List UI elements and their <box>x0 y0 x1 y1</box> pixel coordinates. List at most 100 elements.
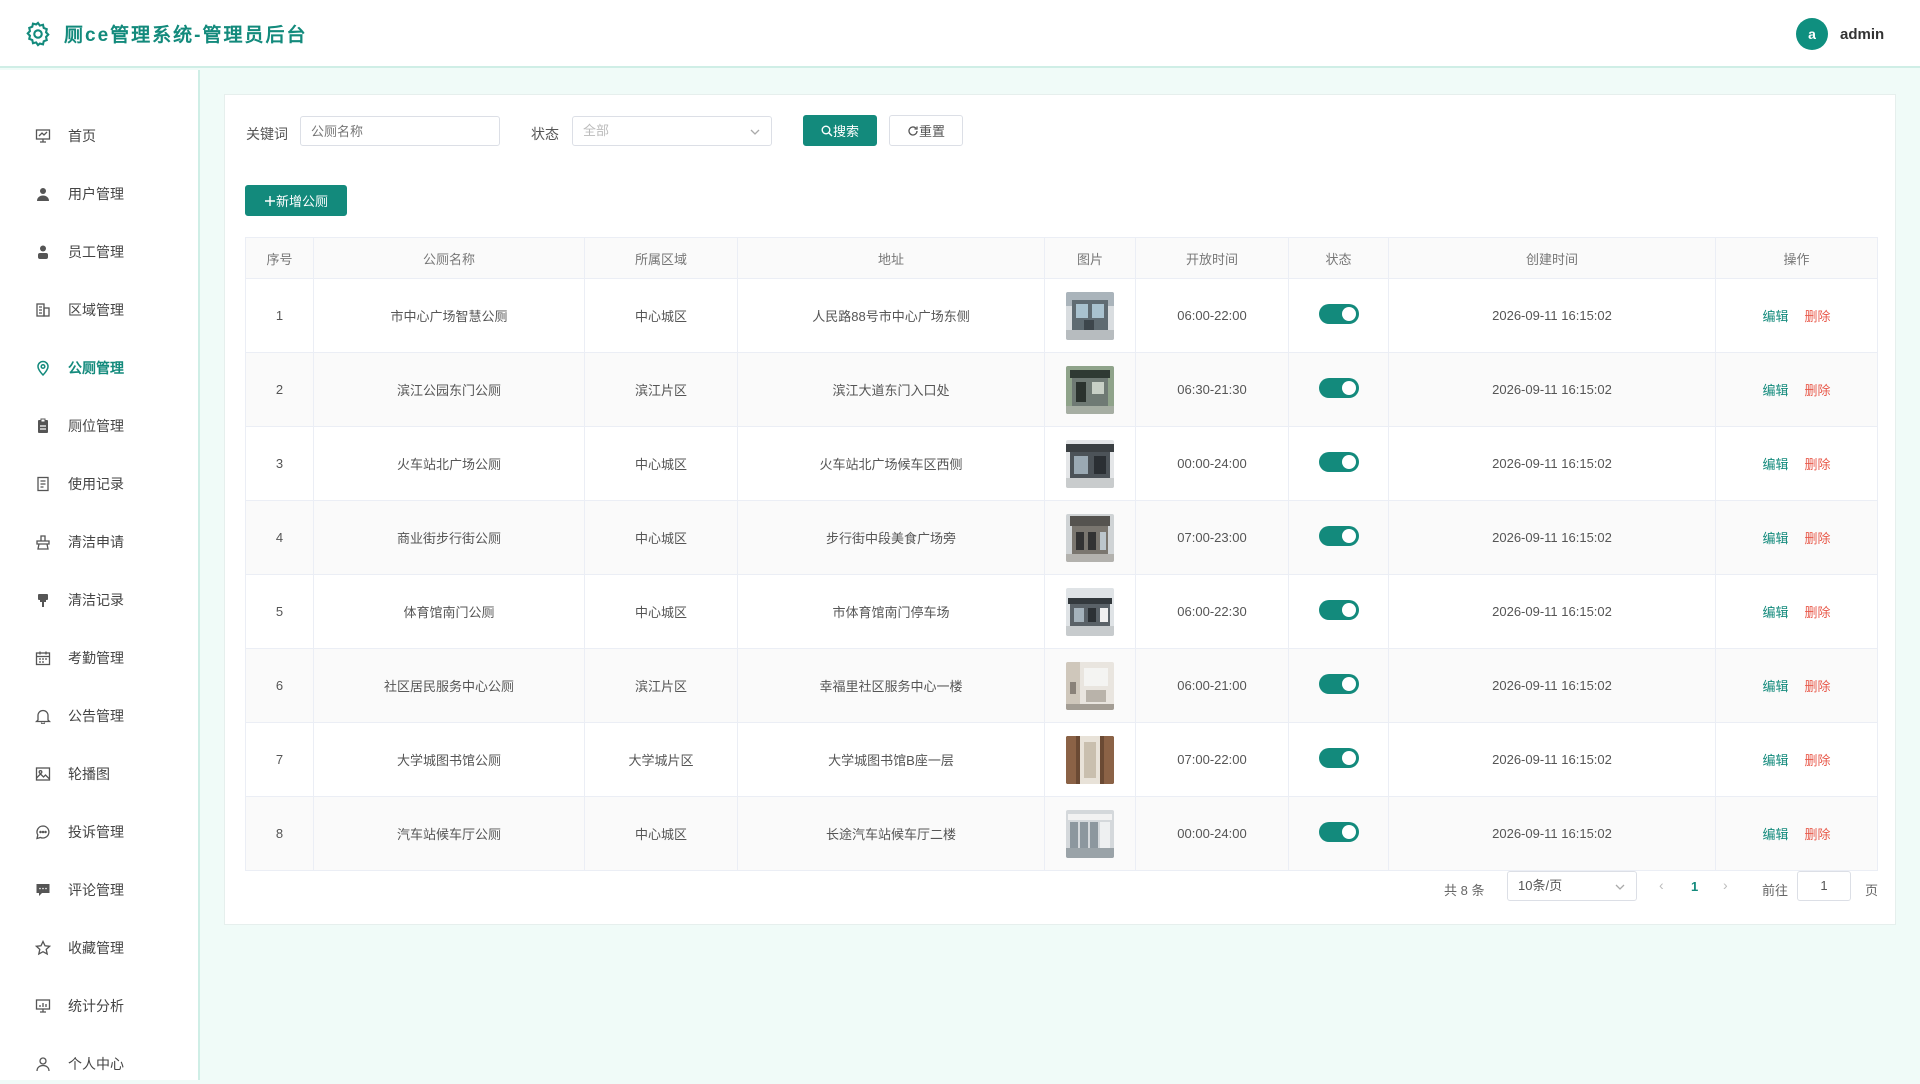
toilet-photo[interactable] <box>1066 439 1114 488</box>
status-toggle[interactable] <box>1318 378 1359 398</box>
cell-hours: 00:00-24:00 <box>1135 426 1289 501</box>
column-header: 开放时间 <box>1135 237 1289 279</box>
sidebar-item-attendance[interactable]: 考勤管理 <box>0 638 198 678</box>
toilet-photo[interactable] <box>1066 291 1114 340</box>
status-toggle[interactable] <box>1318 674 1359 694</box>
sidebar-item-favorites[interactable]: 收藏管理 <box>0 928 198 968</box>
cell-created: 2026-09-11 16:15:02 <box>1388 426 1716 501</box>
column-header: 图片 <box>1044 237 1136 279</box>
cell-actions: 编辑 删除 <box>1715 278 1878 353</box>
gear-icon <box>26 21 50 47</box>
status-toggle[interactable] <box>1318 304 1359 324</box>
cell-address: 人民路88号市中心广场东侧 <box>737 278 1045 353</box>
edit-button[interactable]: 编辑 <box>1762 309 1788 324</box>
sidebar-item-profile[interactable]: 个人中心 <box>0 1044 198 1084</box>
cell-name: 市中心广场智慧公厕 <box>313 278 585 353</box>
sidebar-item-label: 区域管理 <box>68 302 124 318</box>
delete-button[interactable]: 删除 <box>1805 605 1831 620</box>
sidebar-item-comments[interactable]: 评论管理 <box>0 870 198 910</box>
add-toilet-label: 新增公厕 <box>275 194 328 209</box>
delete-button[interactable]: 删除 <box>1805 753 1831 768</box>
status-toggle[interactable] <box>1318 526 1359 546</box>
cell-name: 滨江公园东门公厕 <box>313 352 585 427</box>
sidebar-item-label: 员工管理 <box>68 244 124 260</box>
cell-created: 2026-09-11 16:15:02 <box>1388 574 1716 649</box>
sidebar-item-announcements[interactable]: 公告管理 <box>0 696 198 736</box>
prev-page-button[interactable]: ‹ <box>1659 877 1664 893</box>
table-row: 1 市中心广场智慧公厕 中心城区 人民路88号市中心广场东侧 06:00-22:… <box>245 278 1878 353</box>
avatar[interactable]: a <box>1796 18 1828 50</box>
toilet-photo[interactable] <box>1066 587 1114 636</box>
toilet-table: 序号 公厕名称 所属区域 地址 图片 开放时间 状态 创建时间 操作 1 市中心… <box>245 237 1878 871</box>
sidebar-item-label: 清洁申请 <box>68 534 124 550</box>
search-button[interactable]: 搜索 <box>803 115 877 146</box>
table-row: 2 滨江公园东门公厕 滨江片区 滨江大道东门入口处 06:30-21:30 20… <box>245 352 1878 427</box>
status-toggle[interactable] <box>1318 748 1359 768</box>
column-header: 公厕名称 <box>313 237 585 279</box>
edit-button[interactable]: 编辑 <box>1762 383 1788 398</box>
cell-address: 火车站北广场候车区西侧 <box>737 426 1045 501</box>
toilet-photo[interactable] <box>1066 735 1114 784</box>
add-toilet-button[interactable]: 新增公厕 <box>245 185 347 216</box>
toilet-photo[interactable] <box>1066 365 1114 414</box>
refresh-icon <box>908 125 918 136</box>
next-page-button[interactable]: › <box>1723 877 1728 893</box>
status-toggle[interactable] <box>1318 600 1359 620</box>
cell-name: 体育馆南门公厕 <box>313 574 585 649</box>
delete-button[interactable]: 删除 <box>1805 383 1831 398</box>
cell-actions: 编辑 删除 <box>1715 426 1878 501</box>
sidebar-item-home[interactable]: 首页 <box>0 116 198 156</box>
toilet-photo[interactable] <box>1066 513 1114 562</box>
cell-region: 滨江片区 <box>584 648 738 723</box>
page-size-select[interactable]: 10条/页 <box>1507 871 1637 901</box>
sidebar-item-users[interactable]: 用户管理 <box>0 174 198 214</box>
status-toggle[interactable] <box>1318 822 1359 842</box>
toilet-photo[interactable] <box>1066 661 1114 710</box>
sidebar-item-staff[interactable]: 员工管理 <box>0 232 198 272</box>
edit-button[interactable]: 编辑 <box>1762 679 1788 694</box>
column-header: 创建时间 <box>1388 237 1716 279</box>
keyword-input[interactable] <box>300 116 500 146</box>
cell-hours: 06:00-22:00 <box>1135 278 1289 353</box>
sidebar-item-usage-records[interactable]: 使用记录 <box>0 464 198 504</box>
page-size-value: 10条/页 <box>1518 878 1563 893</box>
status-select[interactable]: 全部 <box>572 116 772 146</box>
edit-button[interactable]: 编辑 <box>1762 827 1788 842</box>
sidebar-item-carousel[interactable]: 轮播图 <box>0 754 198 794</box>
sidebar-item-regions[interactable]: 区域管理 <box>0 290 198 330</box>
cell-actions: 编辑 删除 <box>1715 722 1878 797</box>
sidebar-item-complaints[interactable]: 投诉管理 <box>0 812 198 852</box>
status-toggle[interactable] <box>1318 452 1359 472</box>
table-row: 4 商业街步行街公厕 中心城区 步行街中段美食广场旁 07:00-23:00 2… <box>245 500 1878 575</box>
edit-button[interactable]: 编辑 <box>1762 605 1788 620</box>
cell-image <box>1044 352 1136 427</box>
sidebar-item-cleaning-records[interactable]: 清洁记录 <box>0 580 198 620</box>
cell-status <box>1288 574 1389 649</box>
edit-button[interactable]: 编辑 <box>1762 457 1788 472</box>
username[interactable]: admin <box>1840 26 1884 43</box>
delete-button[interactable]: 删除 <box>1805 457 1831 472</box>
sidebar-item-cleaning-requests[interactable]: 清洁申请 <box>0 522 198 562</box>
edit-button[interactable]: 编辑 <box>1762 531 1788 546</box>
delete-button[interactable]: 删除 <box>1805 531 1831 546</box>
cell-index: 5 <box>245 574 314 649</box>
sidebar-item-stalls[interactable]: 厕位管理 <box>0 406 198 446</box>
search-button-label: 搜索 <box>832 124 859 139</box>
cell-actions: 编辑 删除 <box>1715 796 1878 871</box>
pagination-total: 共 8 条 <box>1444 883 1485 898</box>
delete-button[interactable]: 删除 <box>1805 309 1831 324</box>
toilet-photo[interactable] <box>1066 809 1114 858</box>
sidebar-item-toilets[interactable]: 公厕管理 <box>0 348 198 388</box>
delete-button[interactable]: 删除 <box>1805 679 1831 694</box>
column-header: 地址 <box>737 237 1045 279</box>
sidebar-item-label: 收藏管理 <box>68 940 124 956</box>
cell-image <box>1044 796 1136 871</box>
edit-button[interactable]: 编辑 <box>1762 753 1788 768</box>
status-select-value: 全部 <box>583 123 610 138</box>
goto-page-input[interactable]: 1 <box>1797 871 1851 901</box>
reset-button[interactable]: 重置 <box>889 115 963 146</box>
bell-icon <box>34 707 52 725</box>
delete-button[interactable]: 删除 <box>1805 827 1831 842</box>
sidebar-item-statistics[interactable]: 统计分析 <box>0 986 198 1026</box>
current-page[interactable]: 1 <box>1691 879 1698 894</box>
